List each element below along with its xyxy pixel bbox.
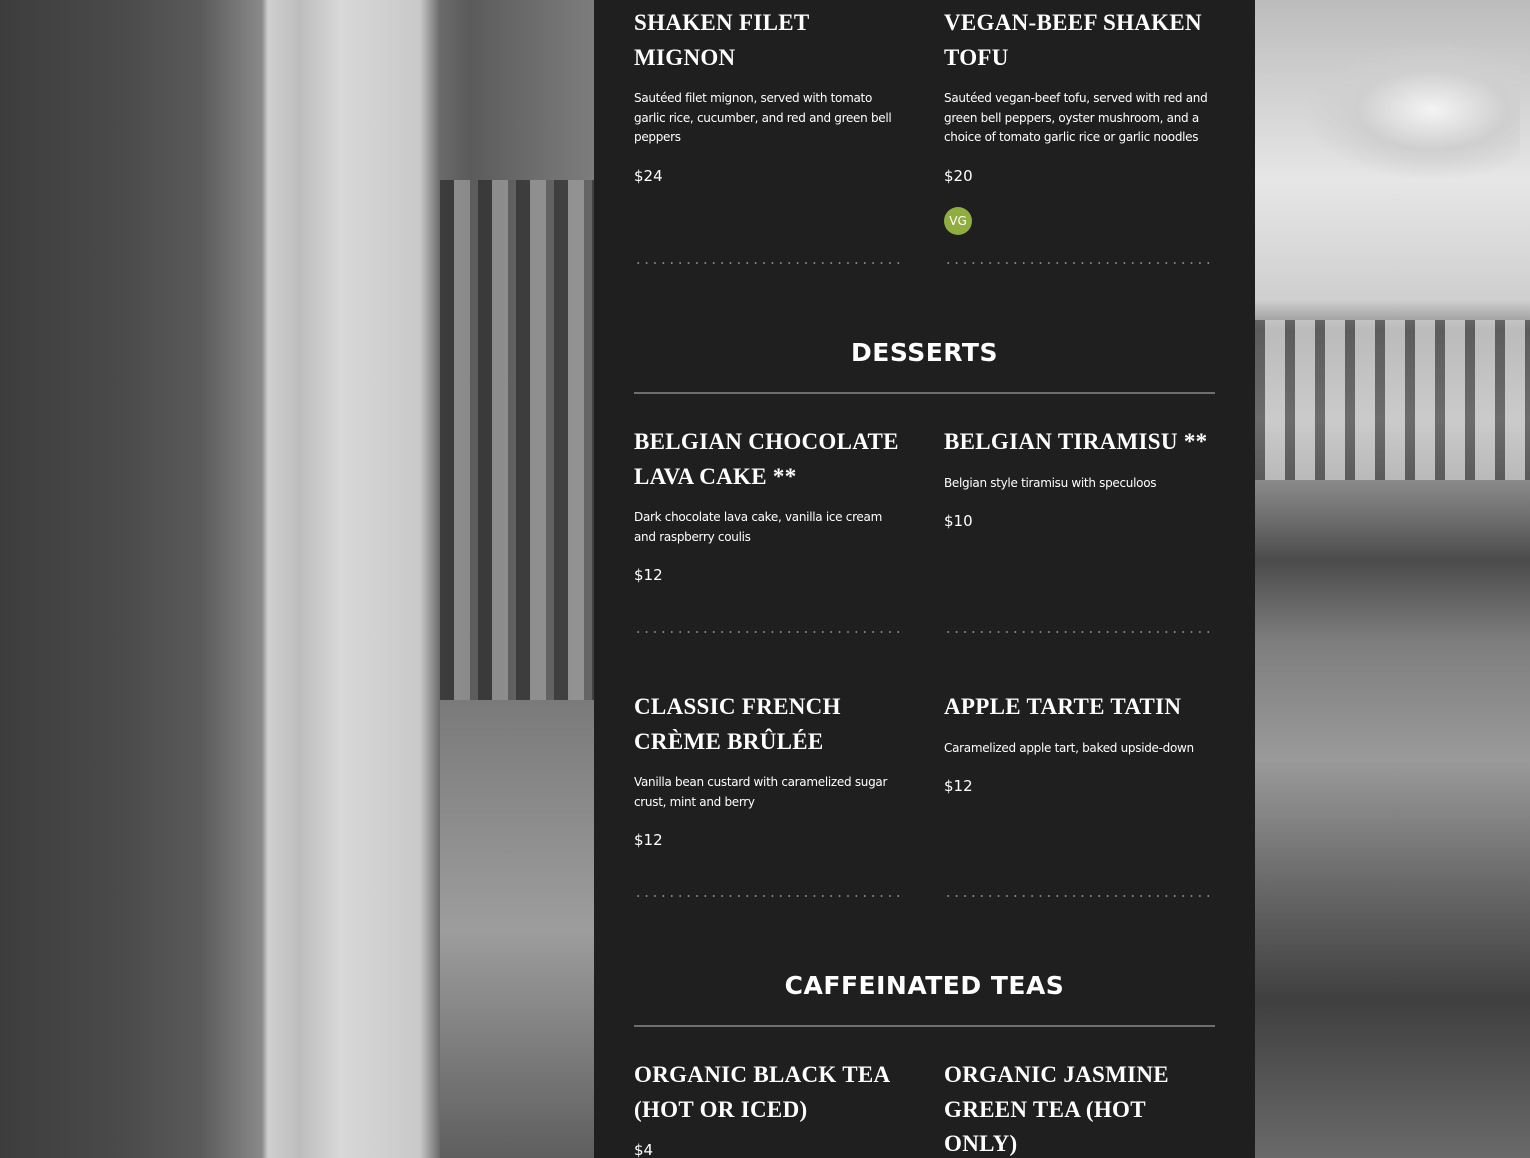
menu-item-description: Vanilla bean custard with caramelized su… [634, 775, 888, 809]
menu-item-shaken-filet-mignon: SHAKEN FILET MIGNON Sautéed filet mignon… [634, 6, 904, 185]
menu-item-description: Caramelized apple tart, baked upside-dow… [944, 740, 1194, 755]
menu-item-vegan-beef-shaken-tofu: VEGAN-BEEF SHAKEN TOFU Sautéed vegan-bee… [944, 6, 1214, 235]
menu-item-title: APPLE TARTE TATIN [944, 694, 1182, 719]
background-street-left [440, 180, 594, 700]
menu-item-title: BELGIAN CHOCOLATE LAVA CAKE ** [634, 429, 899, 489]
menu-panel: SHAKEN FILET MIGNON Sautéed filet mignon… [594, 0, 1255, 1158]
section-divider [634, 1025, 1215, 1027]
menu-item-title: SHAKEN FILET MIGNON [634, 10, 810, 70]
menu-item-description: Belgian style tiramisu with speculoos [944, 475, 1157, 490]
background-ground-left [440, 700, 594, 1158]
menu-item-price: $12 [944, 777, 973, 795]
menu-item-belgian-tiramisu: BELGIAN TIRAMISU ** Belgian style tirami… [944, 425, 1214, 530]
menu-item-price: $20 [944, 166, 973, 185]
section-title-desserts: DESSERTS [851, 338, 998, 367]
dotted-divider [634, 262, 902, 264]
menu-item-price: $4 [634, 1141, 654, 1158]
menu-item-description: Dark chocolate lava cake, vanilla ice cr… [634, 510, 882, 544]
menu-item-price: $12 [634, 831, 663, 849]
menu-item-title: ORGANIC JASMINE GREEN TEA (HOT ONLY) [944, 1062, 1169, 1156]
dotted-divider [634, 631, 902, 633]
menu-item-title: CLASSIC FRENCH CRÈME BRÛLÉE [634, 694, 841, 754]
section-divider [634, 392, 1215, 394]
menu-item-title: ORGANIC BLACK TEA (HOT OR ICED) [634, 1062, 890, 1122]
menu-item-title: BELGIAN TIRAMISU ** [944, 429, 1208, 454]
menu-item-title: VEGAN-BEEF SHAKEN TOFU [944, 10, 1202, 70]
menu-item-organic-black-tea: ORGANIC BLACK TEA (HOT OR ICED) $4 [634, 1058, 904, 1158]
menu-item-organic-jasmine-green-tea: ORGANIC JASMINE GREEN TEA (HOT ONLY) $4 [944, 1058, 1214, 1158]
vegan-badge: VG [944, 206, 972, 235]
dotted-divider [944, 895, 1212, 897]
dotted-divider [944, 262, 1212, 264]
background-railing-right [1255, 320, 1530, 480]
menu-item-belgian-chocolate-lava-cake: BELGIAN CHOCOLATE LAVA CAKE ** Dark choc… [634, 425, 904, 584]
menu-item-apple-tarte-tatin: APPLE TARTE TATIN Caramelized apple tart… [944, 690, 1214, 795]
menu-item-description: Sautéed vegan-beef tofu, served with red… [944, 91, 1208, 144]
dotted-divider [944, 631, 1212, 633]
menu-item-description: Sautéed filet mignon, served with tomato… [634, 91, 892, 144]
menu-item-classic-french-creme-brulee: CLASSIC FRENCH CRÈME BRÛLÉE Vanilla bean… [634, 690, 904, 849]
section-title-caffeinated-teas: CAFFEINATED TEAS [784, 971, 1065, 1000]
menu-item-price: $24 [634, 166, 663, 185]
menu-item-price: $12 [634, 566, 663, 584]
dotted-divider [634, 895, 902, 897]
menu-item-price: $10 [944, 512, 973, 530]
background-lights-right [1300, 40, 1520, 180]
